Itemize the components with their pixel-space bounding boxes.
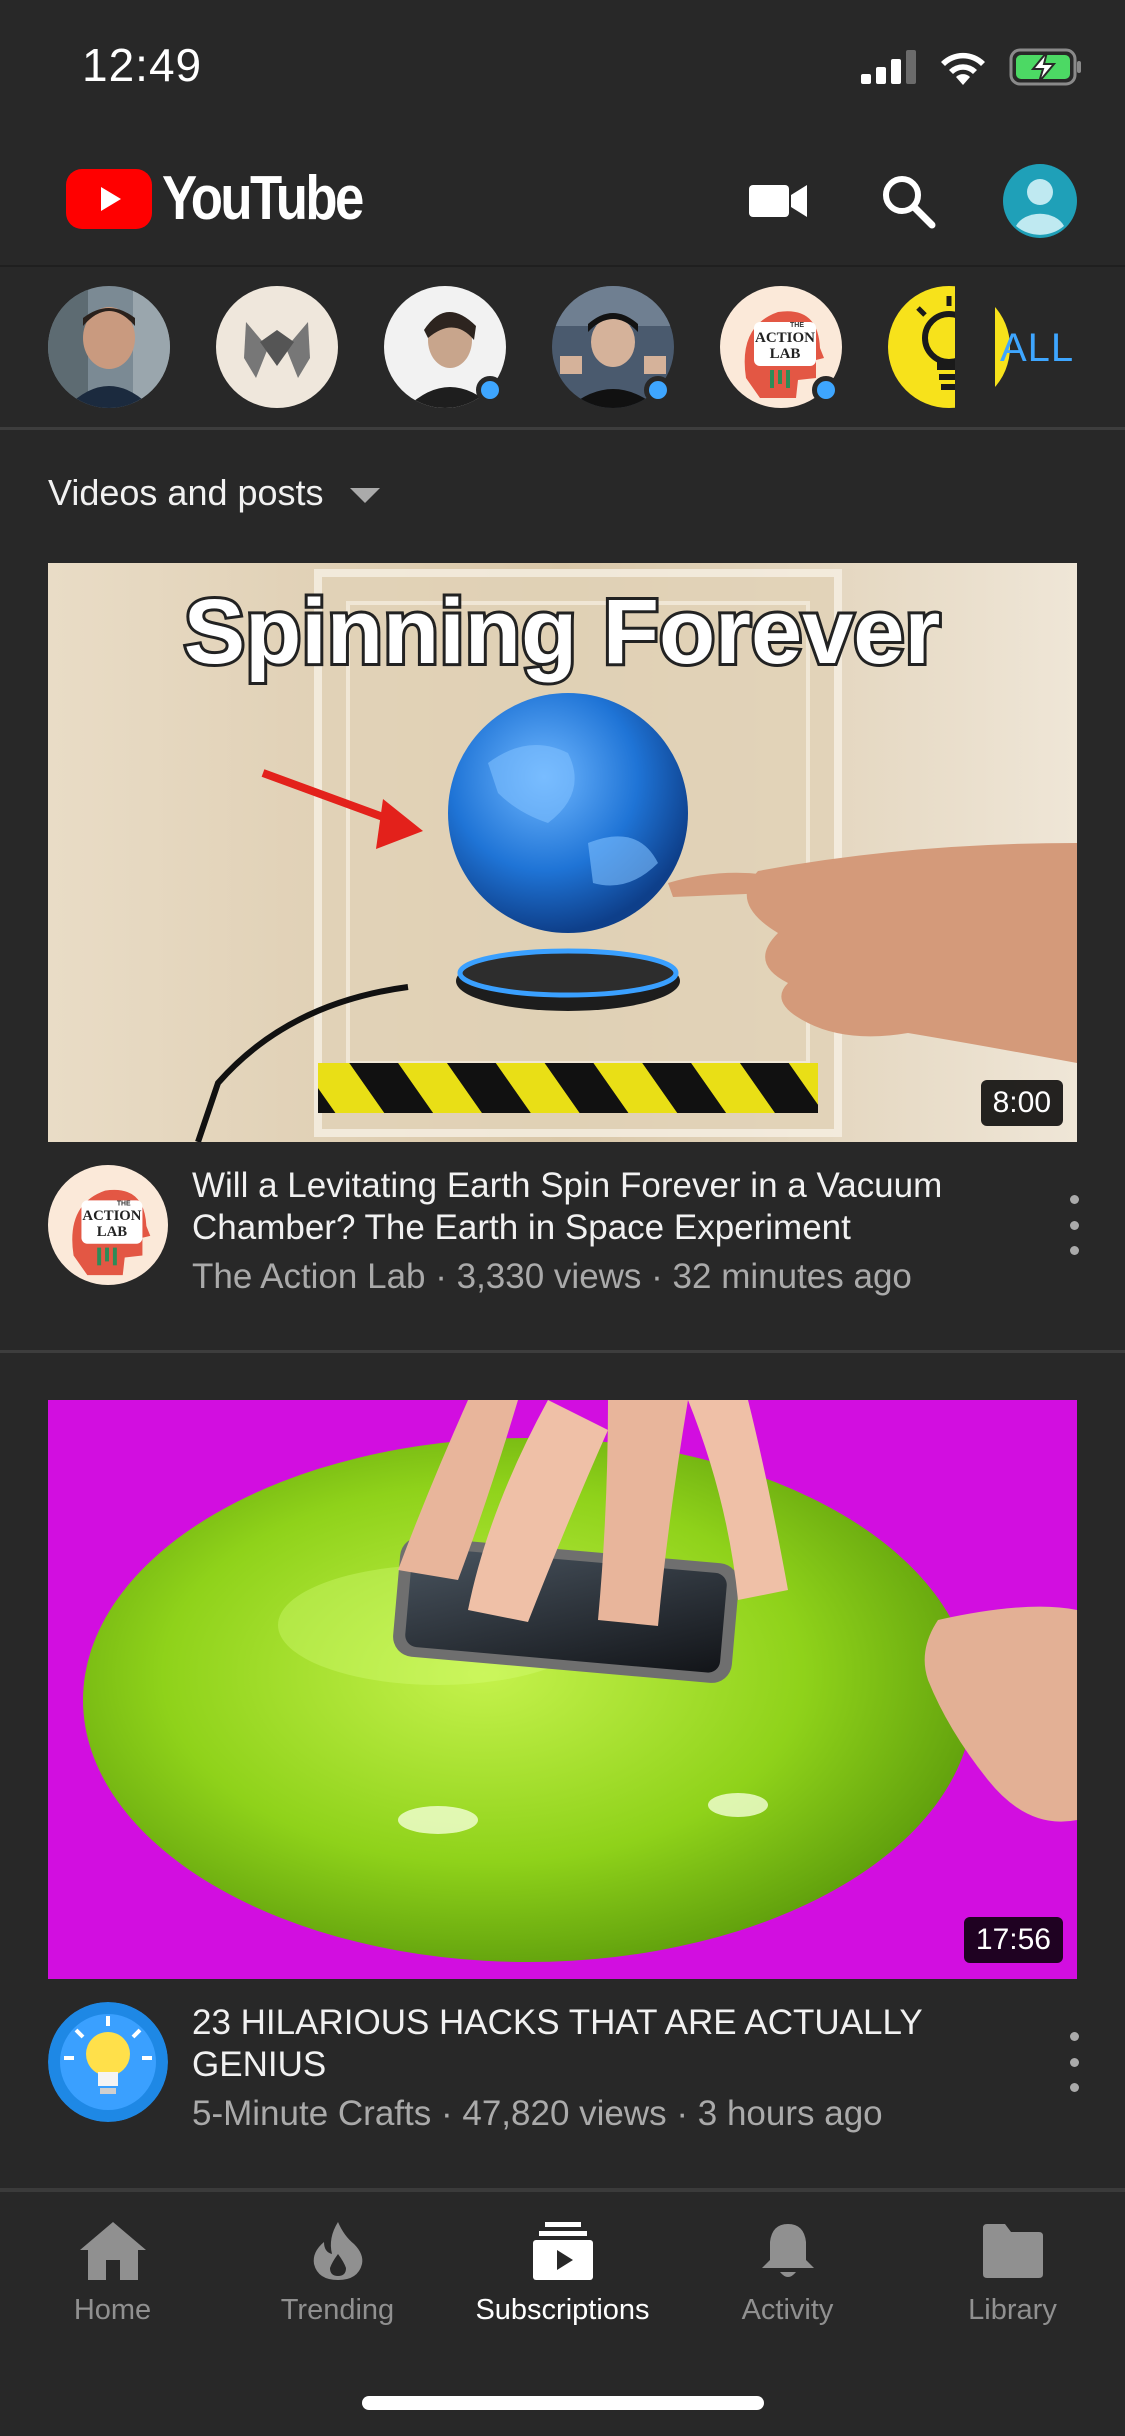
wifi-icon bbox=[941, 52, 985, 85]
video-title[interactable]: 23 HILARIOUS HACKS THAT ARE ACTUALLY GEN… bbox=[192, 2002, 972, 2086]
nav-label: Home bbox=[73, 2294, 152, 2326]
more-options-icon[interactable] bbox=[1060, 2032, 1088, 2092]
channel-avatar[interactable] bbox=[384, 286, 506, 408]
video-age: 3 hours ago bbox=[697, 2094, 883, 2133]
action-lab-logo-image: THE ACTION LAB bbox=[48, 1165, 168, 1285]
meta-separator: · bbox=[425, 1257, 457, 1296]
youtube-play-icon bbox=[66, 168, 152, 229]
status-bar: 12:49 bbox=[0, 0, 1125, 135]
action-lab-logo-text-2: LAB bbox=[770, 346, 801, 362]
nav-label: Subscriptions bbox=[475, 2294, 650, 2326]
video-duration-badge: 17:56 bbox=[963, 1917, 1063, 1963]
meta-separator: · bbox=[431, 2094, 463, 2133]
battery-charging-icon bbox=[1009, 48, 1081, 86]
action-lab-logo-small-text: THE bbox=[790, 322, 804, 329]
levitating-globe-thumbnail-image: Spinning Forever bbox=[48, 563, 1077, 1142]
divider bbox=[0, 1350, 1125, 1353]
balloon-phone-thumbnail-image bbox=[48, 1400, 1077, 1979]
nav-activity[interactable]: Activity bbox=[675, 2220, 900, 2327]
bell-icon bbox=[761, 2224, 814, 2277]
upload-video-button[interactable] bbox=[738, 161, 818, 241]
channel-avatar-action-lab[interactable]: THE ACTION LAB bbox=[720, 286, 842, 408]
channel-avatar[interactable] bbox=[552, 286, 674, 408]
nav-trending[interactable]: Trending bbox=[225, 2220, 450, 2327]
nav-home[interactable]: Home bbox=[0, 2220, 225, 2327]
home-indicator[interactable] bbox=[362, 2396, 764, 2410]
search-button[interactable] bbox=[868, 161, 948, 241]
nav-label: Activity bbox=[741, 2294, 834, 2326]
video-channel-name: The Action Lab bbox=[192, 1257, 426, 1296]
action-lab-logo-text-1: ACTION bbox=[755, 330, 815, 346]
video-camera-icon bbox=[749, 185, 807, 217]
subscriptions-icon bbox=[532, 2222, 593, 2280]
video-age: 32 minutes ago bbox=[672, 1257, 912, 1296]
subscribed-channels-strip: THE ACTION LAB ALL bbox=[0, 268, 1125, 430]
nav-subscriptions[interactable]: Subscriptions bbox=[450, 2220, 675, 2327]
youtube-logo[interactable]: YouTube bbox=[66, 163, 397, 234]
video-subtitle: The Action Lab · 3,330 views · 32 minute… bbox=[192, 1257, 912, 1297]
new-content-dot bbox=[476, 376, 504, 404]
channel-avatar-5-minute-crafts[interactable] bbox=[48, 2002, 168, 2122]
nav-library[interactable]: Library bbox=[900, 2220, 1125, 2327]
account-button[interactable] bbox=[1000, 161, 1080, 241]
new-content-dot bbox=[644, 376, 672, 404]
action-lab-logo-text-1: ACTION bbox=[82, 1208, 141, 1224]
status-icons bbox=[861, 48, 1083, 86]
channel-avatar-image bbox=[48, 286, 170, 408]
meta-separator: · bbox=[641, 1257, 673, 1296]
channel-avatar[interactable] bbox=[216, 286, 338, 408]
lightbulb-avatar-image bbox=[48, 2002, 168, 2122]
status-time: 12:49 bbox=[82, 39, 203, 91]
dropdown-caret-icon bbox=[349, 487, 380, 503]
youtube-wordmark: YouTube bbox=[162, 164, 364, 233]
video-meta: THE ACTION LAB Will a Levitating Earth S… bbox=[0, 1165, 1125, 1315]
action-lab-logo-text-2: LAB bbox=[97, 1224, 127, 1240]
cellular-signal-icon bbox=[861, 50, 916, 84]
thumbnail-text: Spinning Forever bbox=[184, 581, 941, 683]
channel-avatar-image bbox=[216, 286, 338, 408]
video-view-count: 47,820 views bbox=[462, 2094, 667, 2133]
filter-label: Videos and posts bbox=[48, 472, 324, 513]
new-content-dot bbox=[812, 376, 840, 404]
channel-avatar-action-lab[interactable]: THE ACTION LAB bbox=[48, 1165, 168, 1285]
video-title[interactable]: Will a Levitating Earth Spin Forever in … bbox=[192, 1165, 972, 1249]
action-lab-logo-small-text: THE bbox=[117, 1200, 131, 1207]
more-options-icon[interactable] bbox=[1060, 1195, 1088, 1255]
video-subtitle: 5-Minute Crafts · 47,820 views · 3 hours… bbox=[192, 2094, 883, 2134]
search-icon bbox=[883, 176, 936, 229]
app-header: YouTube bbox=[0, 135, 1125, 267]
nav-label: Trending bbox=[280, 2294, 395, 2326]
channel-strip-edge bbox=[955, 268, 995, 427]
nav-label: Library bbox=[968, 2294, 1057, 2326]
video-channel-name: 5-Minute Crafts bbox=[192, 2094, 432, 2133]
content-filter-dropdown[interactable]: Videos and posts bbox=[48, 472, 380, 514]
all-channels-link[interactable]: ALL bbox=[1000, 326, 1074, 371]
video-duration-badge: 8:00 bbox=[980, 1080, 1063, 1126]
video-meta: 23 HILARIOUS HACKS THAT ARE ACTUALLY GEN… bbox=[0, 2002, 1125, 2152]
video-view-count: 3,330 views bbox=[456, 1257, 642, 1296]
meta-separator: · bbox=[666, 2094, 698, 2133]
folder-icon bbox=[982, 2224, 1043, 2278]
home-icon bbox=[79, 2222, 146, 2280]
channel-avatar[interactable] bbox=[48, 286, 170, 408]
video-thumbnail[interactable]: Spinning Forever 8:00 bbox=[48, 563, 1077, 1142]
account-avatar-icon bbox=[1003, 164, 1077, 238]
video-thumbnail[interactable]: 17:56 bbox=[48, 1400, 1077, 1979]
youtube-subscriptions-screen: 12:49 YouTube THE ACTION LAB ALL Videos … bbox=[0, 0, 1125, 2436]
flame-icon bbox=[313, 2222, 362, 2280]
